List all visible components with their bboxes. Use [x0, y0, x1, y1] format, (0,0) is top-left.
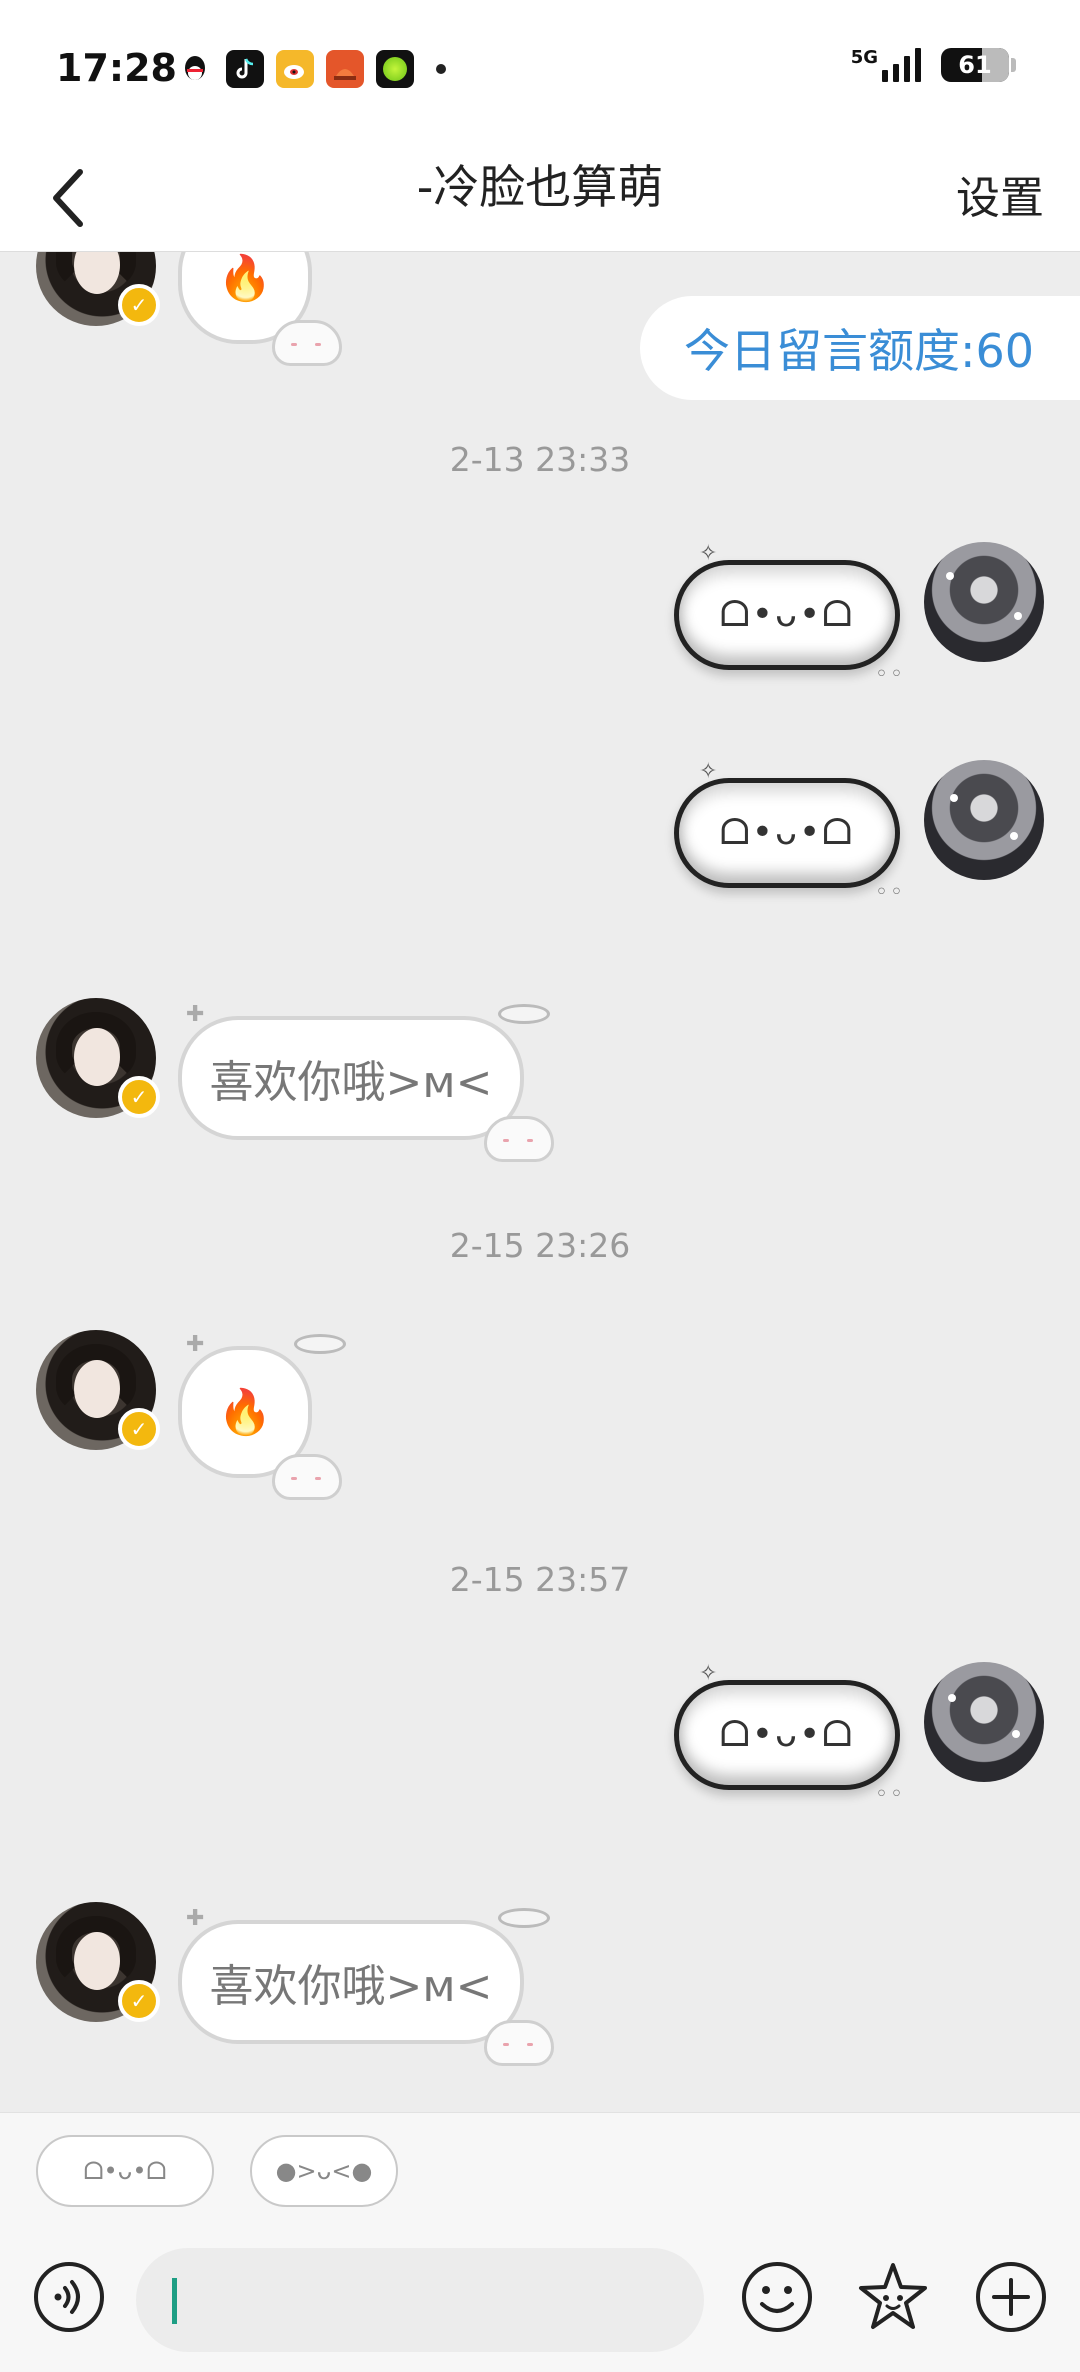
plus-icon: [976, 2262, 1046, 2332]
message-bubble-kaomoji[interactable]: ✧ ᗝ•ᴗ•ᗝ ◦◦: [674, 759, 903, 905]
game-icon: [326, 50, 364, 88]
verified-badge-icon: ✓: [118, 284, 160, 326]
battery-level: 61: [958, 51, 992, 79]
voice-icon: [34, 2262, 104, 2332]
network-label: 5G: [850, 47, 878, 68]
message-quota-label: 今日留言额度:60: [683, 324, 1034, 378]
nav-bar: -冷脸也算萌 设置: [0, 140, 1080, 252]
fire-emoji: 🔥: [217, 253, 273, 304]
my-avatar[interactable]: [924, 760, 1044, 880]
sticker-button[interactable]: [856, 2260, 930, 2334]
message-text: 喜欢你哦>ᴍ<: [209, 1057, 493, 1108]
status-bar: 17:28 5G 61: [0, 0, 1080, 140]
contact-avatar[interactable]: ✓: [36, 1330, 160, 1450]
quick-reply-row: ᗝ•ᴗ•ᗝ ●>ᴗ<●: [0, 2112, 1080, 2230]
message-bubble-kaomoji[interactable]: ✧ ᗝ•ᴗ•ᗝ ◦◦: [674, 1661, 903, 1807]
battery-icon: 61: [941, 48, 1009, 82]
more-notifications-dot: [436, 64, 446, 74]
contact-avatar[interactable]: ✓: [36, 252, 160, 326]
quick-reply-chip[interactable]: ●>ᴗ<●: [250, 2135, 398, 2207]
voice-button[interactable]: [32, 2260, 106, 2334]
quick-reply-label: ●>ᴗ<●: [275, 2157, 373, 2185]
message-bubble-emoji[interactable]: ✚ 🔥: [178, 1332, 346, 1500]
contact-avatar[interactable]: ✓: [36, 998, 160, 1118]
signal-icon: [882, 48, 921, 82]
quick-reply-chip[interactable]: ᗝ•ᴗ•ᗝ: [36, 2135, 214, 2207]
timestamp: 2-13 23:33: [449, 440, 631, 479]
emoji-button[interactable]: [740, 2260, 814, 2334]
kaomoji-text: ᗝ•ᴗ•ᗝ: [719, 594, 855, 635]
my-avatar[interactable]: [924, 542, 1044, 662]
message-bubble-text[interactable]: ✚ 喜欢你哦>ᴍ<: [178, 1002, 554, 1162]
weibo-icon: [276, 50, 314, 88]
input-bar: [0, 2230, 1080, 2372]
kaomoji-text: ᗝ•ᴗ•ᗝ: [719, 812, 855, 853]
message-input[interactable]: [136, 2248, 704, 2352]
chat-messages[interactable]: ✓ 🔥 今日留言额度:60 2-13 23:33 ✧ ᗝ•ᴗ•ᗝ ◦◦ ✧ ᗝ•…: [0, 252, 1080, 2112]
fire-emoji: 🔥: [217, 1387, 273, 1438]
sticker-icon: [859, 2263, 927, 2329]
page-title: -冷脸也算萌: [416, 160, 664, 214]
verified-badge-icon: ✓: [118, 1980, 160, 2022]
verified-badge-icon: ✓: [118, 1408, 160, 1450]
status-indicators: 5G 61: [850, 47, 1016, 82]
qq-icon: [176, 50, 214, 88]
verified-badge-icon: ✓: [118, 1076, 160, 1118]
tiktok-icon: [226, 50, 264, 88]
status-time: 17:28: [56, 46, 177, 90]
status-app-icons: [176, 50, 446, 88]
green-app-icon: [376, 50, 414, 88]
timestamp: 2-15 23:26: [449, 1226, 631, 1265]
message-text: 喜欢你哦>ᴍ<: [209, 1961, 493, 2012]
message-bubble-emoji[interactable]: 🔥: [178, 252, 342, 366]
settings-button[interactable]: 设置: [956, 162, 1044, 226]
timestamp: 2-15 23:57: [449, 1560, 631, 1599]
more-button[interactable]: [974, 2260, 1048, 2334]
my-avatar[interactable]: [924, 1662, 1044, 1782]
kaomoji-text: ᗝ•ᴗ•ᗝ: [719, 1714, 855, 1755]
contact-avatar[interactable]: ✓: [36, 1902, 160, 2022]
text-caret: [172, 2278, 177, 2324]
message-bubble-text[interactable]: ✚ 喜欢你哦>ᴍ<: [178, 1906, 554, 2066]
emoji-icon: [742, 2262, 812, 2332]
message-quota-badge: 今日留言额度:60: [639, 296, 1080, 400]
message-bubble-kaomoji[interactable]: ✧ ᗝ•ᴗ•ᗝ ◦◦: [674, 541, 903, 687]
quick-reply-label: ᗝ•ᴗ•ᗝ: [83, 2157, 167, 2185]
